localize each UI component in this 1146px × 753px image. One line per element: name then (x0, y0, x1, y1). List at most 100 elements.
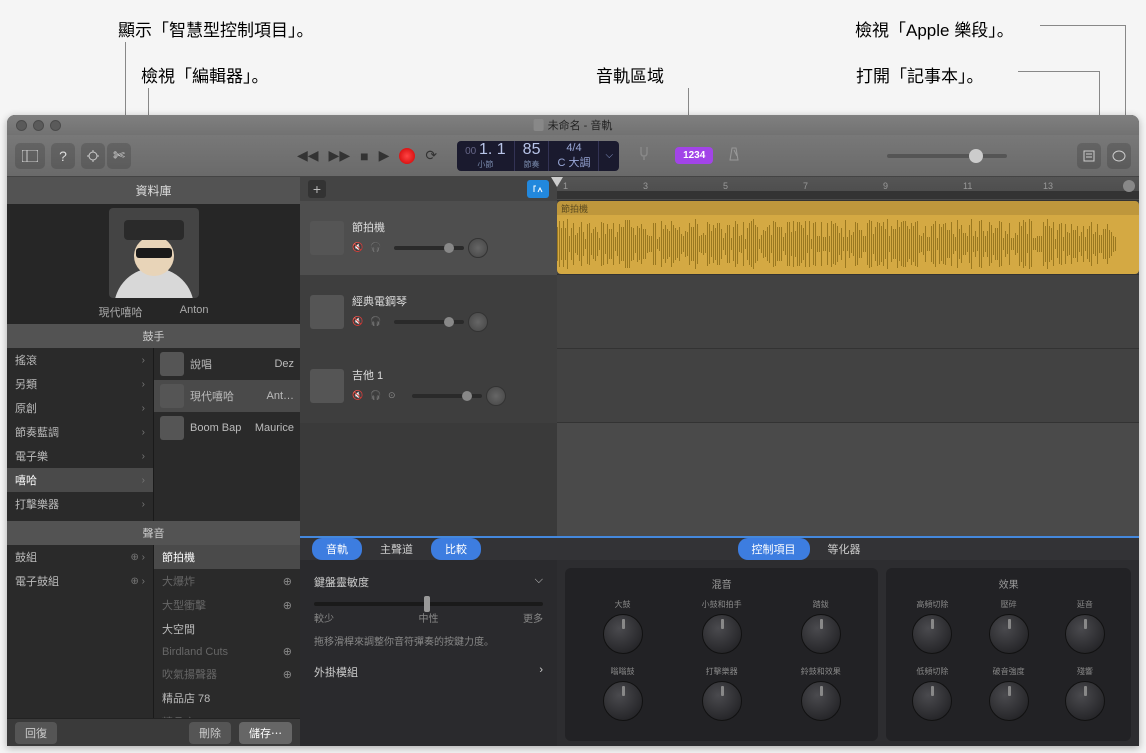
tab-eq[interactable]: 等化器 (814, 538, 875, 560)
preset-item[interactable]: 大型衝擊⊕ (154, 593, 300, 617)
pan-knob[interactable] (486, 386, 506, 406)
revert-button[interactable]: 回復 (15, 722, 57, 744)
window-close-button[interactable] (16, 120, 27, 131)
end-marker[interactable] (1123, 180, 1135, 192)
genre-item[interactable]: 搖滾› (7, 348, 153, 372)
volume-thumb[interactable] (969, 149, 983, 163)
track-header[interactable]: 節拍機 🔇 🎧 (300, 201, 557, 275)
genre-item[interactable]: 另類› (7, 372, 153, 396)
playhead[interactable] (551, 177, 563, 187)
count-in-button[interactable]: 1234 (675, 147, 713, 164)
genre-item[interactable]: 節奏藍調› (7, 420, 153, 444)
rewind-button[interactable]: ◀◀ (297, 147, 319, 164)
play-button[interactable]: ▶ (379, 147, 390, 164)
control-knob[interactable] (1065, 614, 1105, 654)
drummer-item[interactable]: 現代嘻哈Ant… (154, 380, 300, 412)
preset-item[interactable]: 精品店 78 (154, 686, 300, 710)
window-zoom-button[interactable] (50, 120, 61, 131)
apple-loops-button[interactable] (1107, 143, 1131, 169)
lcd-menu-button[interactable]: ⌵ (599, 141, 619, 171)
param-sensitivity-header[interactable]: 鍵盤靈敏度 ⌵ (314, 570, 543, 594)
track-lane[interactable] (557, 349, 1139, 423)
lcd-key[interactable]: C 大調 (557, 154, 590, 170)
forward-button[interactable]: ▶▶ (329, 147, 351, 164)
preset-item[interactable]: 節拍機 (154, 545, 300, 569)
control-knob[interactable] (912, 614, 952, 654)
control-knob[interactable] (912, 681, 952, 721)
lcd-tempo[interactable]: 85 (523, 141, 541, 159)
tab-master[interactable]: 主聲道 (366, 538, 427, 560)
sound-category-item[interactable]: 鼓組⊕ › (7, 545, 153, 569)
control-knob[interactable] (702, 614, 742, 654)
preset-item[interactable]: 大空間 (154, 617, 300, 641)
track-volume-slider[interactable] (394, 246, 464, 250)
drummer-item[interactable]: Boom BapMaurice (154, 412, 300, 444)
add-track-button[interactable]: + (308, 180, 326, 198)
drummer-item[interactable]: 說唱Dez (154, 348, 300, 380)
mute-button[interactable]: 🔇 (352, 242, 366, 254)
control-knob[interactable] (603, 614, 643, 654)
control-knob[interactable] (989, 681, 1029, 721)
callout-line (1018, 71, 1099, 72)
preset-item[interactable]: 吹氣揚聲器⊕ (154, 662, 300, 686)
ruler[interactable]: 135791113 (557, 177, 1139, 201)
control-knob[interactable] (801, 681, 841, 721)
record-button[interactable] (399, 148, 415, 164)
quick-help-button[interactable]: ? (51, 143, 75, 169)
control-knob[interactable] (801, 614, 841, 654)
track-header[interactable]: 經典電鋼琴 🔇 🎧 (300, 275, 557, 349)
sound-category-list[interactable]: 鼓組⊕ ›電子鼓組⊕ › (7, 545, 154, 718)
delete-button[interactable]: 刪除 (189, 722, 231, 744)
library-toggle-button[interactable] (15, 143, 45, 169)
control-knob[interactable] (603, 681, 643, 721)
input-button[interactable]: ⊙ (388, 390, 402, 402)
cycle-button[interactable]: ⟳ (425, 147, 437, 164)
preset-list[interactable]: 節拍機大爆炸⊕大型衝擊⊕大空間Birdland Cuts⊕吹氣揚聲器⊕精品店 7… (154, 545, 300, 718)
genre-item[interactable]: 原創› (7, 396, 153, 420)
mute-button[interactable]: 🔇 (352, 390, 366, 402)
tuning-fork-icon[interactable] (637, 145, 651, 166)
mute-button[interactable]: 🔇 (352, 316, 366, 328)
track-volume-slider[interactable] (412, 394, 482, 398)
preset-item[interactable]: 精品店 808⊕ (154, 710, 300, 718)
genre-item[interactable]: 嘻哈› (7, 468, 153, 492)
notepad-button[interactable] (1077, 143, 1101, 169)
track-lane[interactable]: 節拍機 (557, 201, 1139, 275)
control-knob[interactable] (989, 614, 1029, 654)
master-volume-slider[interactable] (887, 154, 1007, 158)
headphone-button[interactable]: 🎧 (370, 316, 384, 328)
preset-item[interactable]: Birdland Cuts⊕ (154, 641, 300, 662)
track-lane[interactable] (557, 275, 1139, 349)
track-volume-slider[interactable] (394, 320, 464, 324)
stop-button[interactable]: ■ (360, 148, 368, 164)
editors-button[interactable]: ✄ (107, 143, 131, 169)
headphone-button[interactable]: 🎧 (370, 242, 384, 254)
genre-item[interactable]: 打擊樂器› (7, 492, 153, 516)
window-minimize-button[interactable] (33, 120, 44, 131)
genre-list[interactable]: 搖滾›另類›原創›節奏藍調›電子樂›嘻哈›打擊樂器› (7, 348, 154, 521)
metronome-icon[interactable] (727, 146, 741, 165)
sensitivity-slider[interactable] (314, 602, 543, 606)
headphone-button[interactable]: 🎧 (370, 390, 384, 402)
genre-item[interactable]: 電子樂› (7, 444, 153, 468)
smart-controls-button[interactable] (81, 143, 105, 169)
timeline[interactable]: 135791113 節拍機 (557, 177, 1139, 536)
drummer-view-button[interactable] (527, 180, 549, 198)
control-knob[interactable] (702, 681, 742, 721)
audio-region[interactable]: 節拍機 (557, 201, 1139, 274)
preset-item[interactable]: 大爆炸⊕ (154, 569, 300, 593)
control-knob[interactable] (1065, 681, 1105, 721)
pan-knob[interactable] (468, 312, 488, 332)
tab-controls[interactable]: 控制項目 (738, 538, 810, 560)
pan-knob[interactable] (468, 238, 488, 258)
param-plugins-header[interactable]: 外掛模組 › (314, 660, 543, 684)
slider-thumb[interactable] (424, 596, 430, 612)
lcd-display[interactable]: 00 1. 1 小節 85 節奏 4/4 C 大調 ⌵ (457, 141, 619, 171)
tab-track[interactable]: 音軌 (312, 538, 362, 560)
drummer-list[interactable]: 說唱Dez現代嘻哈Ant…Boom BapMaurice (154, 348, 300, 521)
lcd-time-signature[interactable]: 4/4 (566, 142, 581, 154)
sound-category-item[interactable]: 電子鼓組⊕ › (7, 569, 153, 593)
track-header[interactable]: 吉他 1 🔇 🎧 ⊙ (300, 349, 557, 423)
tab-compare[interactable]: 比較 (431, 538, 481, 560)
save-button[interactable]: 儲存⋯ (239, 722, 292, 744)
